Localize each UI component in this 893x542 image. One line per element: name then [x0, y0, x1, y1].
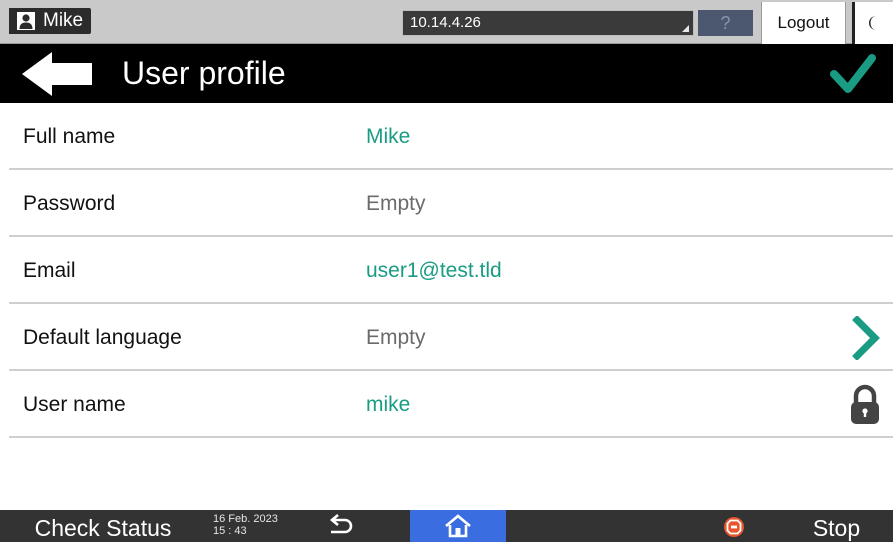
- field-value: Empty: [366, 326, 426, 349]
- stop-icon[interactable]: [723, 516, 745, 538]
- undo-arrow-icon: [329, 514, 353, 534]
- help-button[interactable]: ?: [698, 10, 753, 36]
- arrow-left-icon: [22, 52, 92, 96]
- check-status-button[interactable]: Check Status: [0, 510, 206, 542]
- field-label: Email: [23, 259, 76, 282]
- user-name: Mike: [43, 10, 84, 31]
- back-button[interactable]: [22, 50, 100, 98]
- title-bar: User profile: [0, 44, 893, 103]
- user-chip[interactable]: Mike: [9, 8, 92, 34]
- bottom-bar: Check Status 16 Feb. 2023 15 : 43 Stop: [0, 510, 893, 542]
- stop-button[interactable]: Stop: [780, 510, 893, 542]
- night-mode-button[interactable]: [852, 2, 893, 44]
- field-value: Empty: [366, 192, 426, 215]
- field-label: Password: [23, 192, 116, 215]
- home-icon: [445, 514, 471, 538]
- page-title: User profile: [122, 55, 286, 91]
- confirm-button[interactable]: [826, 52, 880, 96]
- field-row-full-name[interactable]: Full name Mike: [9, 103, 893, 170]
- status-bar: Mike 10.14.4.26 ? Logout: [0, 0, 893, 44]
- field-label: User name: [23, 393, 126, 416]
- user-icon: [9, 8, 43, 34]
- field-label: Full name: [23, 125, 116, 148]
- chevron-right-icon[interactable]: [845, 315, 885, 361]
- home-button[interactable]: [410, 510, 506, 542]
- field-value: mike: [366, 393, 411, 416]
- profile-fields: Full name Mike Password Empty Email user…: [9, 103, 893, 438]
- resize-corner-icon: [682, 25, 689, 32]
- address-text: 10.14.4.26: [410, 14, 481, 31]
- field-row-password[interactable]: Password Empty: [9, 170, 893, 237]
- checkmark-icon: [830, 54, 876, 93]
- field-row-user-name[interactable]: User name mike: [9, 371, 893, 438]
- logout-button[interactable]: Logout: [761, 2, 846, 44]
- undo-button[interactable]: [325, 514, 355, 540]
- lock-icon: [845, 383, 885, 427]
- field-value: user1@test.tld: [366, 259, 502, 282]
- field-row-default-language[interactable]: Default language Empty: [9, 304, 893, 371]
- time-text: 15 : 43: [213, 525, 247, 537]
- address-field[interactable]: 10.14.4.26: [402, 10, 694, 36]
- date-text: 16 Feb. 2023: [213, 513, 278, 525]
- date-time: 16 Feb. 2023 15 : 43: [213, 513, 278, 537]
- field-value: Mike: [366, 125, 411, 148]
- field-row-email[interactable]: Email user1@test.tld: [9, 237, 893, 304]
- moon-icon: [869, 16, 876, 30]
- field-label: Default language: [23, 326, 182, 349]
